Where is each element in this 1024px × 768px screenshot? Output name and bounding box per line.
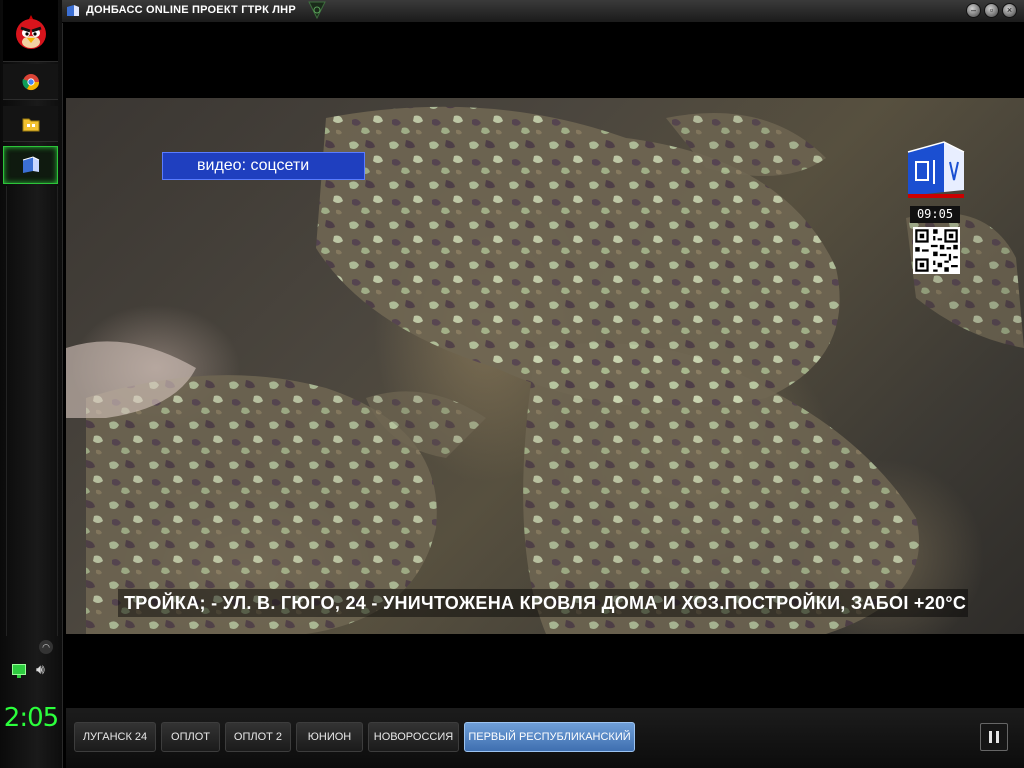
pause-icon bbox=[989, 731, 992, 743]
channel-clock: 09:05 bbox=[910, 206, 960, 223]
source-caption: видео: соцсети bbox=[162, 152, 365, 180]
pause-icon-bar bbox=[996, 731, 999, 743]
video-player[interactable]: видео: соцсети 09:05 ТРОЙКА; - УЛ. В. ГЮ… bbox=[66, 98, 1024, 634]
channel-button-oplot[interactable]: ОПЛОТ bbox=[161, 722, 220, 752]
channel-button-oplot2[interactable]: ОПЛОТ 2 bbox=[225, 722, 291, 752]
channel-button-union[interactable]: ЮНИОН bbox=[296, 722, 363, 752]
app-logo-icon bbox=[67, 5, 79, 16]
chrome-icon bbox=[21, 73, 39, 90]
monitor-icon[interactable] bbox=[12, 664, 26, 678]
qr-code-icon bbox=[913, 227, 960, 274]
news-ticker: ТРОЙКА; - УЛ. В. ГЮГО, 24 - УНИЧТОЖЕНА К… bbox=[118, 589, 968, 617]
channel-button-novorossiya[interactable]: НОВОРОССИЯ bbox=[368, 722, 459, 752]
dock-clock: 2:05 bbox=[3, 703, 59, 733]
window-title: ДОНБАСС ONLINE ПРОЕКТ ГТРК ЛНР bbox=[86, 4, 296, 16]
channel-logo-icon bbox=[907, 141, 965, 198]
folder-icon bbox=[22, 118, 39, 131]
channel-button-first-republican[interactable]: ПЕРВЫЙ РЕСПУБЛИКАНСКИЙ bbox=[464, 722, 635, 752]
window-titlebar[interactable]: ДОНБАСС ONLINE ПРОЕКТ ГТРК ЛНР – ▫ × bbox=[62, 0, 1024, 23]
maximize-button[interactable]: ▫ bbox=[984, 3, 999, 18]
tv-app-icon bbox=[22, 156, 39, 173]
speaker-icon[interactable]: 🔊︎ bbox=[36, 661, 45, 678]
angry-bird-icon bbox=[15, 14, 46, 49]
eye-logo-icon bbox=[308, 1, 326, 20]
dock-item-folder[interactable] bbox=[3, 106, 58, 142]
close-button[interactable]: × bbox=[1002, 3, 1017, 18]
channel-bar: ЛУГАНСК 24 ОПЛОТ ОПЛОТ 2 ЮНИОН НОВОРОССИ… bbox=[66, 708, 1024, 768]
pause-button[interactable] bbox=[980, 723, 1008, 751]
dock-item-chrome[interactable] bbox=[3, 64, 58, 100]
dock-rail bbox=[6, 186, 58, 636]
dock-item-angry-birds[interactable] bbox=[3, 0, 58, 62]
app-dock: ◠ 🔊︎ 2:05 bbox=[0, 0, 63, 768]
dock-item-tv-app[interactable] bbox=[3, 146, 58, 184]
channel-button-lugansk24[interactable]: ЛУГАНСК 24 bbox=[74, 722, 156, 752]
network-icon[interactable]: ◠ bbox=[39, 640, 53, 654]
minimize-button[interactable]: – bbox=[966, 3, 981, 18]
